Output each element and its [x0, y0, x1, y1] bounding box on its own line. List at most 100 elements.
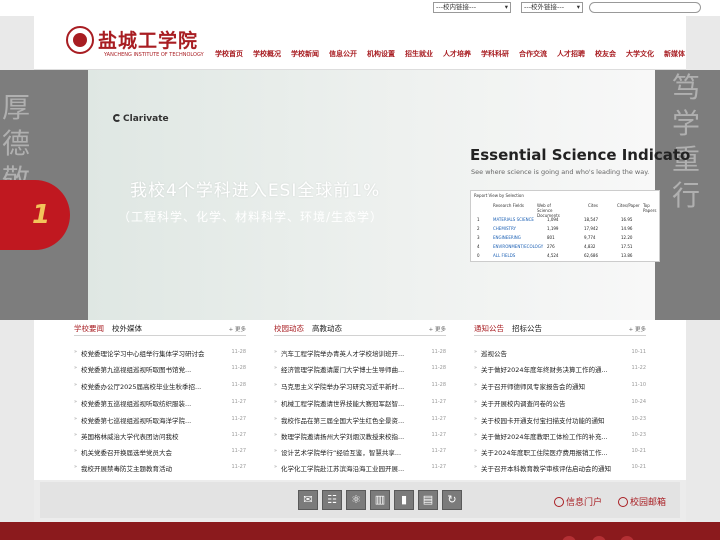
internal-links-select[interactable]: ---校内链接--- ▾	[433, 2, 511, 13]
list-item[interactable]: » 校党委第七巡视组巡视听取海洋学院... 11-27	[74, 415, 246, 425]
column-header: 通知公告 招标公告 + 更多	[474, 322, 646, 336]
list-item[interactable]: » 经济管理学院邀请厦门大学博士生导师曲... 11-28	[274, 364, 446, 374]
clarivate-label: Clarivate	[123, 114, 169, 124]
school-name-cn[interactable]: 盐城工学院	[98, 26, 198, 53]
list-item[interactable]: » 关于校园卡开通支付宝扫描支付功能的通知 10-23	[474, 415, 646, 425]
search-input[interactable]	[589, 2, 701, 13]
item-title[interactable]: 校党委第五巡视组巡视听取纺织服装...	[81, 398, 221, 408]
esi-row-num: 1	[477, 217, 480, 222]
tab-higher-ed-news[interactable]: 高教动态	[312, 323, 342, 334]
list-item[interactable]: » 数理学院邀请扬州大学刘烟汉教授来校指... 11-27	[274, 431, 446, 441]
library-icon[interactable]: ▥	[370, 490, 390, 510]
list-item[interactable]: » 关于召开本科教育教学审核评估启动会的通知 10-21	[474, 463, 646, 473]
campus-mail-link[interactable]: 校园邮箱	[618, 495, 666, 508]
esi-table: Report View by Selection Research Fields…	[470, 190, 660, 262]
social-weibo-icon[interactable]	[562, 536, 576, 540]
item-title[interactable]: 关于校园卡开通支付宝扫描支付功能的通知	[481, 415, 621, 425]
item-title[interactable]: 关于召开本科教育教学审核评估启动会的通知	[481, 463, 621, 473]
list-item[interactable]: » 英国格林威治大学代表团访问我校 11-27	[74, 431, 246, 441]
nav-item-alumni[interactable]: 校友会	[595, 49, 616, 59]
external-links-select[interactable]: ---校外链接--- ▾	[521, 2, 583, 13]
info-portal-link[interactable]: 信息门户	[554, 495, 602, 508]
item-title[interactable]: 巡视公告	[481, 348, 621, 358]
list-item[interactable]: » 我校作品在第三届全国大学生红色全景资... 11-27	[274, 415, 446, 425]
list-item[interactable]: » 校党委第五巡视组巡视听取纺织服装... 11-27	[74, 398, 246, 408]
item-title[interactable]: 关于开展校内调查问卷的公告	[481, 398, 621, 408]
nav-item-culture[interactable]: 大学文化	[626, 49, 654, 59]
nav-item-departments[interactable]: 机构设置	[367, 49, 395, 59]
item-title[interactable]: 我校作品在第三届全国大学生红色全景资...	[281, 415, 421, 425]
tab-external-media[interactable]: 校外媒体	[112, 323, 142, 334]
item-title[interactable]: 英国格林威治大学代表团访问我校	[81, 431, 221, 441]
more-link[interactable]: + 更多	[229, 325, 246, 333]
item-title[interactable]: 汽车工程学院举办青英人才学校培训班开...	[281, 348, 421, 358]
handshake-icon[interactable]: ☷	[322, 490, 342, 510]
nav-item-recruitment[interactable]: 人才招聘	[557, 49, 585, 59]
tab-school-news[interactable]: 学校要闻	[74, 323, 104, 334]
nav-item-news[interactable]: 学校新闻	[291, 49, 319, 59]
item-title[interactable]: 关于做好2024年度教职工体检工作的补充...	[481, 431, 621, 441]
item-title[interactable]: 机械工程学院邀请世界技能大赛冠军赵智...	[281, 398, 421, 408]
item-date: 11-27	[431, 464, 446, 470]
column-header: 校园动态 高教动态 + 更多	[274, 322, 446, 336]
atom-icon[interactable]: ⚛	[346, 490, 366, 510]
list-item[interactable]: » 关于做好2024年度教职工体检工作的补充... 10-23	[474, 431, 646, 441]
item-title[interactable]: 校党委办公厅2025届高校毕业生秋季招...	[81, 381, 221, 391]
nav-item-admissions[interactable]: 招生就业	[405, 49, 433, 59]
item-title[interactable]: 关于召开师德师风专家报告会的通知	[481, 381, 621, 391]
item-title[interactable]: 机关党委召开换届选举党员大会	[81, 447, 221, 457]
list-item[interactable]: » 马克思主义学院举办学习研究习近平新时... 11-28	[274, 381, 446, 391]
esi-row-cites: 62,686	[584, 253, 598, 258]
list-item[interactable]: » 巡视公告 10-11	[474, 348, 646, 358]
item-date: 11-27	[431, 448, 446, 454]
item-title[interactable]: 我校开展禁毒防艾主题教育活动	[81, 463, 221, 473]
social-video-icon[interactable]	[620, 536, 634, 540]
item-title[interactable]: 数理学院邀请扬州大学刘烟汉教授来校指...	[281, 431, 421, 441]
list-item[interactable]: » 汽车工程学院举办青英人才学校培训班开... 11-28	[274, 348, 446, 358]
nav-item-research[interactable]: 学科科研	[481, 49, 509, 59]
nav-item-overview[interactable]: 学校概况	[253, 49, 281, 59]
tab-notices[interactable]: 通知公告	[474, 323, 504, 334]
list-item[interactable]: » 校党委第九巡视组巡视听取图书馆党... 11-28	[74, 364, 246, 374]
list-item[interactable]: » 设计艺术学院举行“经验互鉴，智慧共享... 11-27	[274, 447, 446, 457]
list-item[interactable]: » 校党委理论学习中心组举行集体学习研讨会 11-28	[74, 348, 246, 358]
list-item[interactable]: » 机关党委召开换届选举党员大会 11-27	[74, 447, 246, 457]
item-title[interactable]: 化学化工学院赴江苏滨海沿海工业园开展...	[281, 463, 421, 473]
school-emblem-icon[interactable]	[66, 26, 94, 54]
list-item[interactable]: » 关于开展校内调查问卷的公告 10-24	[474, 398, 646, 408]
tab-campus-news[interactable]: 校园动态	[274, 323, 304, 334]
document-icon[interactable]: ▤	[418, 490, 438, 510]
bullet-icon: »	[274, 416, 278, 422]
clarivate-logo-icon	[113, 114, 121, 122]
list-item[interactable]: » 化学化工学院赴江苏滨海沿海工业园开展... 11-27	[274, 463, 446, 473]
refresh-icon[interactable]: ↻	[442, 490, 462, 510]
more-link[interactable]: + 更多	[629, 325, 646, 333]
list-item[interactable]: » 我校开展禁毒防艾主题教育活动 11-27	[74, 463, 246, 473]
list-item[interactable]: » 关于2024年度职工住院医疗费用报销工作... 10-21	[474, 447, 646, 457]
item-title[interactable]: 经济管理学院邀请厦门大学博士生导师曲...	[281, 364, 421, 374]
social-wechat-icon[interactable]	[592, 536, 606, 540]
list-item[interactable]: » 关于做好2024年度年终财务决算工作的通... 11-22	[474, 364, 646, 374]
nav-item-education[interactable]: 人才培养	[443, 49, 471, 59]
item-title[interactable]: 校党委第九巡视组巡视听取图书馆党...	[81, 364, 221, 374]
more-link[interactable]: + 更多	[429, 325, 446, 333]
item-title[interactable]: 关于做好2024年度年终财务决算工作的通...	[481, 364, 621, 374]
bullet-icon: »	[274, 464, 278, 470]
chart-icon[interactable]: ▮	[394, 490, 414, 510]
esi-row-docs: 1,199	[547, 226, 559, 231]
list-item[interactable]: » 关于召开师德师风专家报告会的通知 11-10	[474, 381, 646, 391]
item-title[interactable]: 关于2024年度职工住院医疗费用报销工作...	[481, 447, 621, 457]
nav-item-cooperation[interactable]: 合作交流	[519, 49, 547, 59]
nav-item-home[interactable]: 学校首页	[215, 49, 243, 59]
mail-icon[interactable]: ✉	[298, 490, 318, 510]
item-title[interactable]: 校党委第七巡视组巡视听取海洋学院...	[81, 415, 221, 425]
item-title[interactable]: 校党委理论学习中心组举行集体学习研讨会	[81, 348, 221, 358]
nav-item-new-media[interactable]: 新媒体	[664, 49, 685, 59]
item-title[interactable]: 设计艺术学院举行“经验互鉴，智慧共享...	[281, 447, 421, 457]
nav-item-disclosure[interactable]: 信息公开	[329, 49, 357, 59]
hero-banner[interactable]: 厚德敬致 笃学重行 1 Clarivate 我校4个学科进入ESI全球前1% （…	[0, 70, 720, 320]
list-item[interactable]: » 校党委办公厅2025届高校毕业生秋季招... 11-28	[74, 381, 246, 391]
list-item[interactable]: » 机械工程学院邀请世界技能大赛冠军赵智... 11-27	[274, 398, 446, 408]
tab-tenders[interactable]: 招标公告	[512, 323, 542, 334]
item-title[interactable]: 马克思主义学院举办学习研究习近平新时...	[281, 381, 421, 391]
